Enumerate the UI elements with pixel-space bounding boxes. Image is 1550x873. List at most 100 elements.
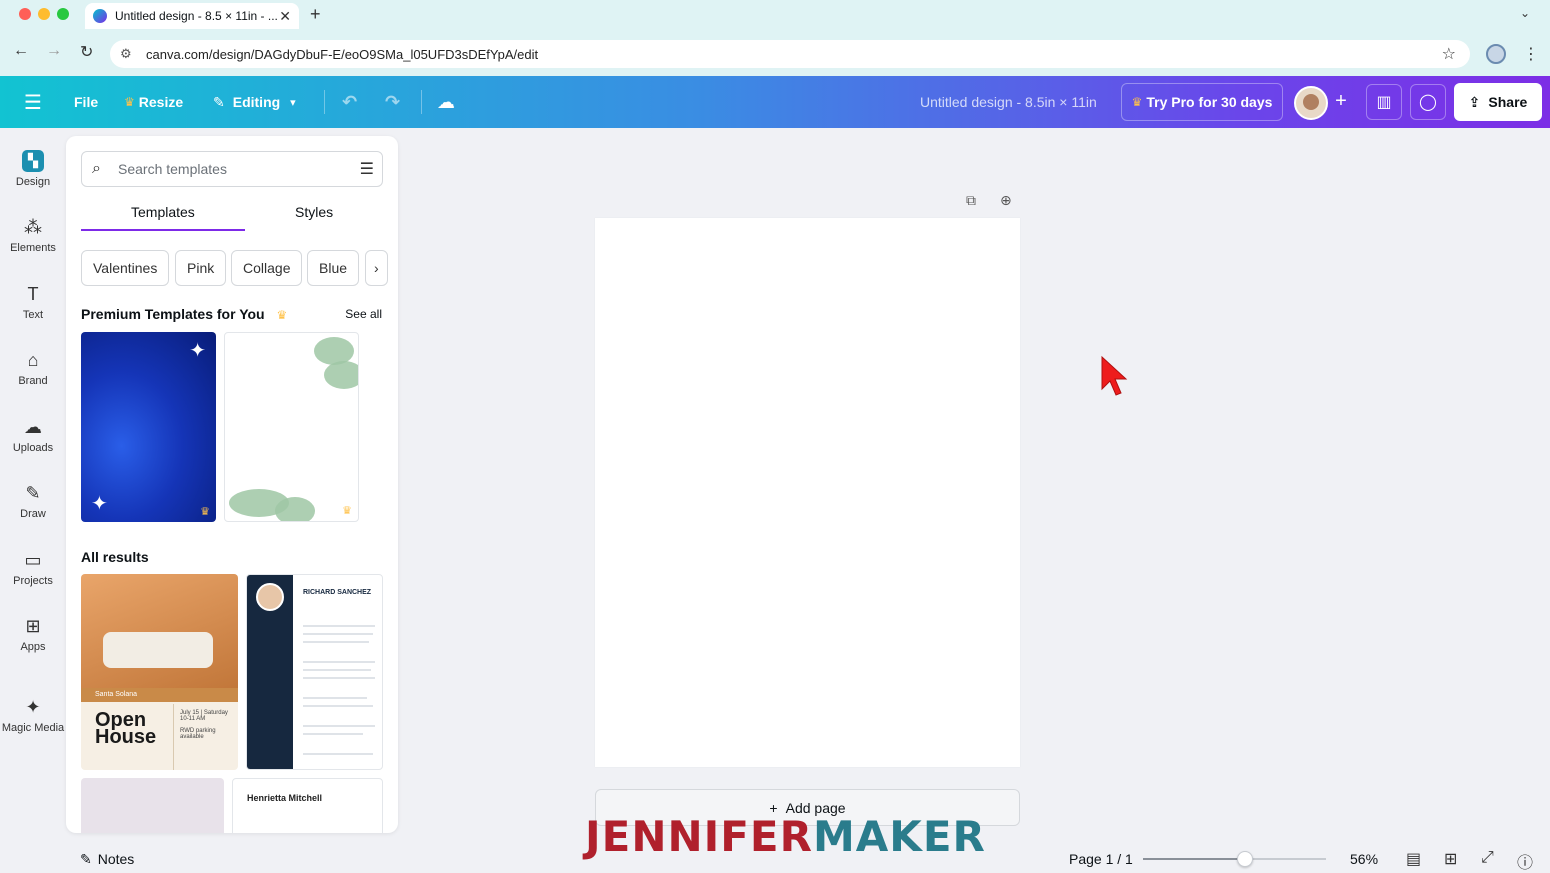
pages-grid-icon[interactable]: ⊞ — [1444, 849, 1457, 869]
new-tab-icon[interactable]: + — [310, 4, 321, 25]
rail-label: Projects — [13, 575, 53, 587]
duplicate-page-icon[interactable]: ⧉ — [966, 192, 976, 209]
premium-heading: Premium Templates for You ♛ — [81, 306, 291, 322]
notes-button[interactable]: ✎ Notes — [80, 851, 134, 868]
rail-item-brand[interactable]: ⌂ Brand — [0, 349, 66, 387]
browser-menu-icon[interactable]: ⋮ — [1523, 44, 1539, 64]
text-line — [303, 633, 373, 635]
bookmark-star-icon[interactable]: ☆ — [1442, 44, 1456, 64]
cloud-save-icon[interactable]: ☁ — [437, 76, 455, 128]
help-icon[interactable]: ⓘ — [1517, 849, 1533, 873]
rail-item-projects[interactable]: ▭ Projects — [0, 549, 66, 587]
active-tab-indicator — [81, 229, 245, 231]
maximize-window-button[interactable] — [57, 8, 69, 20]
minimize-window-button[interactable] — [38, 8, 50, 20]
rail-label: Magic Media — [1, 722, 65, 734]
filter-sliders-icon[interactable]: ☰ — [360, 159, 374, 179]
forward-icon[interactable]: → — [46, 42, 62, 60]
rail-item-design[interactable]: ▚ Design — [0, 150, 66, 188]
rail-item-draw[interactable]: ✎ Draw — [0, 482, 66, 520]
share-label: Share — [1488, 94, 1528, 110]
all-results-heading: All results — [81, 549, 149, 565]
zoom-slider[interactable] — [1143, 851, 1326, 867]
tab-title: Untitled design - 8.5 × 11in - ... — [115, 9, 278, 23]
open-house-title: Open House — [95, 710, 156, 747]
site-info-icon[interactable]: ⚙ — [120, 46, 132, 62]
rail-item-text[interactable]: T Text — [0, 283, 66, 321]
rail-label: Apps — [20, 641, 46, 653]
sparkle-icon: ✦ — [91, 493, 108, 515]
text-line — [303, 705, 373, 707]
see-all-link[interactable]: See all — [345, 307, 382, 321]
share-upload-icon: ⇪ — [1468, 93, 1481, 110]
leaf-decoration — [275, 497, 315, 521]
search-placeholder: Search templates — [118, 161, 227, 177]
footer-bar: ✎ Notes Page 1 / 1 56% ▤ ⊞ ⤢ ⓘ — [0, 846, 1550, 872]
profile-avatar-icon[interactable] — [1486, 44, 1506, 64]
text-line — [303, 697, 367, 699]
template-thumbnail-henrietta[interactable]: Henrietta Mitchell — [232, 778, 383, 833]
main-menu-icon[interactable]: ☰ — [24, 76, 42, 128]
share-button[interactable]: ⇪ Share — [1454, 83, 1542, 121]
design-page[interactable] — [595, 218, 1020, 767]
zoom-slider-handle[interactable] — [1237, 851, 1253, 867]
rail-item-apps[interactable]: ⊞ Apps — [0, 615, 66, 653]
close-tab-icon[interactable]: ✕ — [279, 8, 291, 25]
tab-templates[interactable]: Templates — [131, 204, 195, 220]
chip-collage[interactable]: Collage — [231, 250, 303, 286]
reload-icon[interactable]: ↻ — [80, 42, 93, 62]
address-bar[interactable]: ⚙ canva.com/design/DAGdyDbuF-E/eoO9SMa_l… — [110, 40, 1470, 68]
pencil-icon: ✎ — [213, 93, 225, 110]
chip-blue[interactable]: Blue — [307, 250, 360, 286]
close-window-button[interactable] — [19, 8, 31, 20]
design-title[interactable]: Untitled design - 8.5in × 11in — [920, 76, 1097, 128]
user-avatar[interactable] — [1294, 86, 1328, 120]
template-thumbnail-blue-sparkle[interactable]: ✦ ✦ ♛ — [81, 332, 216, 522]
resume-photo — [256, 583, 284, 611]
file-menu-button[interactable]: File — [74, 76, 98, 128]
rail-label: Uploads — [12, 442, 54, 454]
template-thumbnail-open-house[interactable]: Santa Solana Open House July 15 | Saturda… — [81, 574, 238, 770]
page-indicator[interactable]: Page 1 / 1 — [1069, 851, 1133, 867]
insights-chart-icon[interactable]: ▥ — [1366, 84, 1402, 120]
room-photo — [81, 574, 238, 688]
chips-next-chevron-icon[interactable]: › — [365, 250, 388, 286]
sparkle-icon: ✦ — [189, 340, 206, 362]
zoom-percent[interactable]: 56% — [1350, 851, 1378, 867]
tab-styles[interactable]: Styles — [295, 204, 333, 220]
rail-label: Text — [22, 309, 44, 321]
rail-item-magic-media[interactable]: ✦ Magic Media — [0, 696, 66, 734]
text-line — [303, 753, 373, 755]
chip-valentines[interactable]: Valentines — [81, 250, 170, 286]
rail-label: Draw — [20, 508, 46, 520]
back-icon[interactable]: ← — [13, 42, 29, 60]
add-collaborator-icon[interactable]: + — [1330, 90, 1352, 112]
template-thumbnail-plant[interactable] — [81, 778, 224, 833]
add-page-icon[interactable]: ⊕ — [1000, 192, 1012, 209]
fullscreen-icon[interactable]: ⤢ — [1481, 849, 1494, 867]
search-input[interactable]: ⌕ Search templates ☰ — [81, 151, 383, 187]
resize-button[interactable]: ♛ Resize — [124, 76, 183, 128]
rail-item-uploads[interactable]: ☁ Uploads — [0, 416, 66, 454]
chip-pink[interactable]: Pink — [175, 250, 227, 286]
template-thumbnail-resume[interactable]: RICHARD SANCHEZ — [246, 574, 383, 770]
comments-icon[interactable]: ◯ — [1410, 84, 1446, 120]
info-line: 10-11 AM — [180, 716, 206, 722]
text-line — [303, 733, 363, 735]
browser-tab[interactable]: Untitled design - 8.5 × 11in - ... ✕ — [85, 3, 299, 29]
rail-item-elements[interactable]: ⁂ Elements — [0, 216, 66, 254]
apps-icon: ⊞ — [25, 616, 41, 636]
sofa-shape — [103, 632, 213, 668]
undo-icon[interactable]: ↶ — [342, 76, 357, 128]
tab-search-chevron-icon[interactable]: ⌄ — [1520, 6, 1530, 20]
premium-heading-text: Premium Templates for You — [81, 306, 265, 322]
text-line — [303, 661, 375, 663]
leaf-decoration — [324, 361, 358, 389]
editing-mode-button[interactable]: ✎ Editing ▾ — [213, 76, 296, 128]
redo-icon[interactable]: ↷ — [385, 76, 400, 128]
grid-view-icon[interactable]: ▤ — [1406, 849, 1421, 869]
template-thumbnail-eucalyptus[interactable]: ♛ — [224, 332, 359, 522]
text-icon: T — [27, 284, 39, 304]
try-pro-button[interactable]: ♛ Try Pro for 30 days — [1121, 83, 1283, 121]
canva-favicon-icon — [93, 9, 107, 23]
